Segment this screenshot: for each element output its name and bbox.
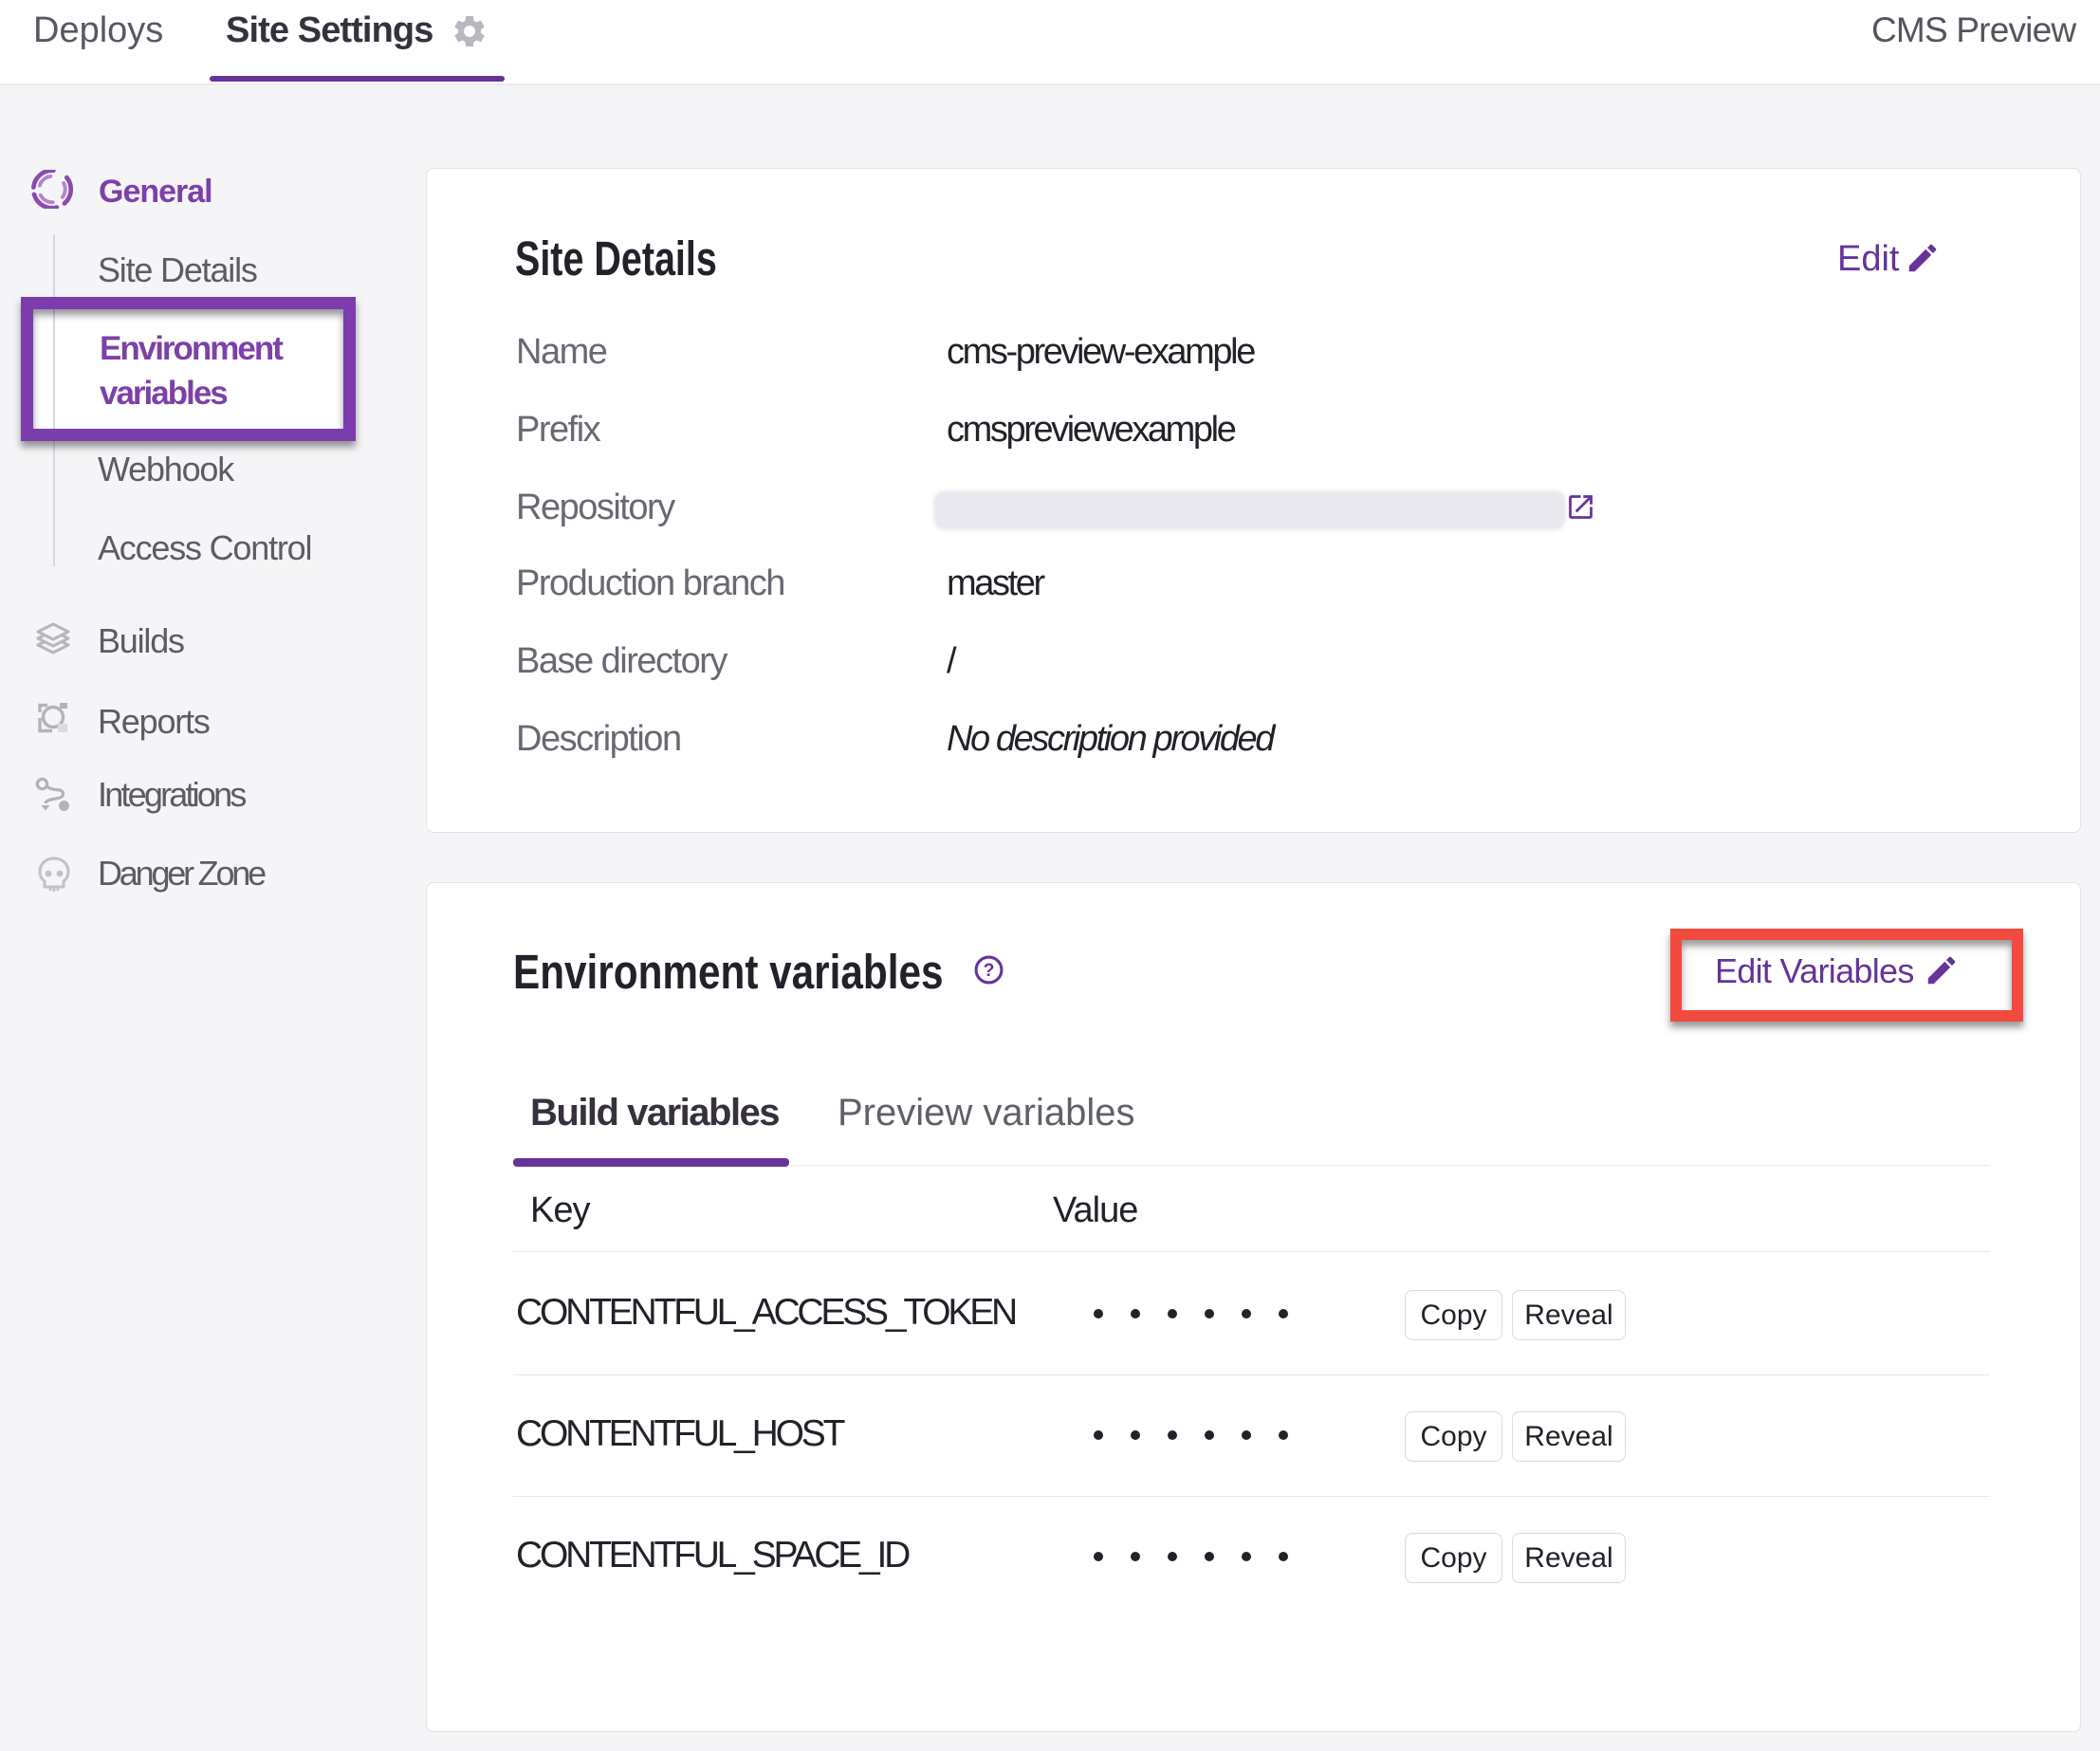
- svg-text:?: ?: [984, 960, 995, 981]
